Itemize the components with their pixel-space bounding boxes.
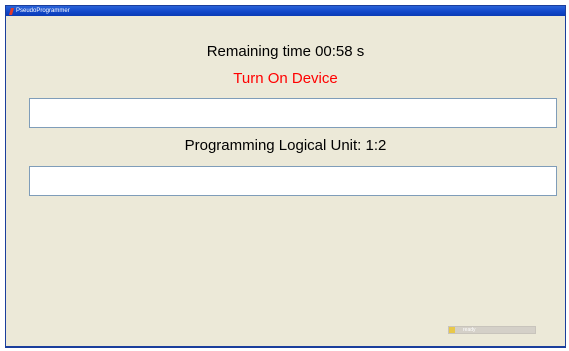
status-field-2[interactable] [29,166,557,196]
app-window: PseudoProgrammer Remaining time 00:58 s … [5,5,566,348]
app-logo-icon [8,7,14,15]
logical-unit-label: Programming Logical Unit: 1:2 [184,137,387,154]
progress-bar: ready [448,326,536,334]
main-panel: Remaining time 00:58 s Turn On Device Pr… [8,16,563,345]
window-title: PseudoProgrammer [16,8,70,14]
remaining-time-label: Remaining time 00:58 s [206,43,365,60]
progress-fill [449,327,456,333]
status-field-1[interactable] [29,98,557,128]
title-bar[interactable]: PseudoProgrammer [6,6,565,16]
progress-label: ready [463,327,476,333]
window-bottom-border [6,346,565,347]
device-status-label: Turn On Device [233,70,338,87]
